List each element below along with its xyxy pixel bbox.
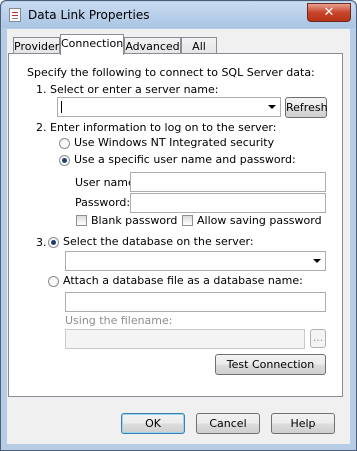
database-input[interactable] [66,252,325,270]
database-combobox[interactable] [65,251,326,271]
ok-button[interactable]: OK [121,413,185,434]
username-input[interactable] [131,173,325,191]
filename-input[interactable] [66,330,304,348]
password-field[interactable] [130,193,326,213]
allow-saving-password-checkbox[interactable] [182,215,193,226]
data-link-icon [9,8,21,22]
chevron-down-icon[interactable] [313,259,321,263]
browse-button[interactable]: ... [310,329,326,348]
step3-number: 3. [36,236,47,249]
blank-password-label[interactable]: Blank password [91,214,177,227]
refresh-button[interactable]: Refresh [285,97,328,118]
radio-nt-security[interactable] [59,138,70,149]
username-label: User name: [75,176,139,189]
attach-database-label[interactable]: Attach a database file as a database nam… [63,274,303,287]
radio-specific-user[interactable] [59,155,70,166]
text-cursor [61,101,62,113]
filename-label: Using the filename: [65,314,173,327]
step1-label: 1. Select or enter a server name: [36,83,219,96]
filename-field[interactable] [65,329,305,349]
close-button[interactable]: ✕ [307,3,351,22]
allow-saving-password-label[interactable]: Allow saving password [197,214,322,227]
radio-attach-database[interactable] [48,276,59,287]
select-database-label[interactable]: Select the database on the server: [63,235,254,248]
step2-label: 2. Enter information to log on to the se… [36,121,277,134]
username-field[interactable] [130,172,326,192]
tab-connection[interactable]: Connection [60,34,124,55]
help-button[interactable]: Help [271,413,335,434]
specific-user-label[interactable]: Use a specific user name and password: [74,153,296,166]
attach-name-field[interactable] [65,292,326,312]
nt-security-label[interactable]: Use Windows NT Integrated security [74,136,274,149]
cancel-button[interactable]: Cancel [196,413,260,434]
server-name-input[interactable] [58,98,280,116]
password-label: Password: [75,196,131,209]
window-title: Data Link Properties [28,8,150,22]
chevron-down-icon[interactable] [268,105,276,109]
attach-name-input[interactable] [66,293,325,311]
test-connection-button[interactable]: Test Connection [215,354,326,375]
password-input[interactable] [131,194,325,212]
blank-password-checkbox[interactable] [76,215,87,226]
radio-select-database[interactable] [48,237,59,248]
server-name-combobox[interactable] [57,97,281,117]
title-bar[interactable]: Data Link Properties ✕ [2,2,355,28]
intro-text: Specify the following to connect to SQL … [27,66,315,79]
